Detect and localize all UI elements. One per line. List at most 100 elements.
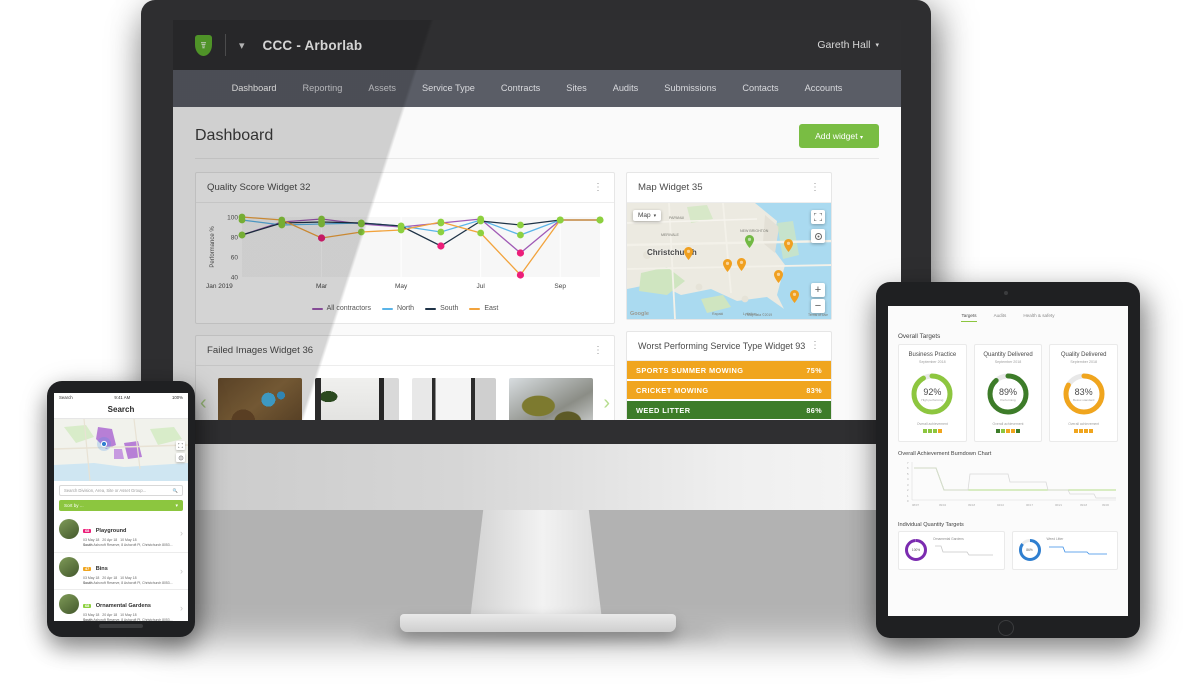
map-pin[interactable] bbox=[784, 238, 794, 252]
nav-item-dashboard[interactable]: Dashboard bbox=[219, 70, 290, 107]
tab-audits[interactable]: Audits bbox=[994, 313, 1007, 322]
list-item[interactable]: 47 Bins 03 May 18 20 Apr 18 10 May 18 So… bbox=[54, 553, 188, 591]
address-label: Ashcroft Reserve, 8 Ashcroft Pl, Christc… bbox=[93, 580, 173, 585]
more-options-icon[interactable]: ⋮ bbox=[593, 345, 603, 355]
nav-item-contracts[interactable]: Contracts bbox=[488, 70, 553, 107]
search-icon: 🔍 bbox=[172, 487, 178, 493]
main-navigation: Dashboard Reporting Assets Service Type … bbox=[173, 70, 901, 115]
user-menu[interactable]: Gareth Hall ▾ bbox=[817, 39, 879, 51]
map-zoom-in-button[interactable]: + bbox=[811, 283, 825, 297]
burndown-chart-title: Overall Achievement Burndown Chart bbox=[898, 450, 992, 457]
failed-image-thumb[interactable] bbox=[217, 378, 302, 420]
legend-label: All contractors bbox=[326, 305, 371, 312]
search-input[interactable]: Search Division, Area, Site or Asset Gro… bbox=[59, 485, 183, 496]
donut-gauge: 86% bbox=[1018, 538, 1042, 562]
card-footer-label: Overall achievement bbox=[916, 422, 948, 426]
chevron-right-icon[interactable]: › bbox=[603, 392, 610, 415]
svg-text:3: 3 bbox=[907, 483, 909, 487]
nav-item-submissions[interactable]: Submissions bbox=[651, 70, 729, 107]
svg-text:100: 100 bbox=[227, 215, 238, 222]
failed-image-thumb[interactable] bbox=[314, 378, 399, 420]
nav-item-service-type[interactable]: Service Type bbox=[409, 70, 488, 107]
list-item[interactable]: 68 Ornamental Gardens 03 May 18 20 Apr 1… bbox=[54, 590, 188, 621]
map-pin[interactable] bbox=[790, 290, 800, 303]
more-options-icon[interactable]: ⋮ bbox=[593, 182, 603, 192]
region-label: South bbox=[83, 618, 93, 621]
tab-targets[interactable]: Targets bbox=[961, 313, 977, 322]
widget-column-left: Quality Score Widget 32 ⋮ 40 60 80 100 Perfo… bbox=[195, 172, 615, 420]
nav-item-reporting[interactable]: Reporting bbox=[290, 70, 356, 107]
legend-item-east[interactable]: East bbox=[469, 305, 498, 312]
gauge-value: 100% bbox=[911, 548, 921, 552]
meta-updated: 10 May 18 bbox=[120, 613, 137, 618]
individual-card-label: Weed Litter bbox=[1046, 536, 1064, 541]
sort-by-dropdown[interactable]: Sort by ... ▾ bbox=[59, 500, 183, 511]
fullscreen-icon[interactable] bbox=[176, 441, 185, 450]
worst-performing-row[interactable]: CRICKET MOWING 83% bbox=[627, 381, 831, 401]
achievement-dots bbox=[1053, 429, 1114, 433]
nav-item-contacts[interactable]: Contacts bbox=[729, 70, 791, 107]
locate-icon[interactable] bbox=[176, 453, 185, 462]
worst-performing-row[interactable]: SPORTS SUMMER MOWING 75% bbox=[627, 361, 831, 381]
map-pin[interactable] bbox=[722, 258, 732, 272]
map-type-button[interactable]: Map ▾ bbox=[633, 210, 662, 221]
svg-text:Jul: Jul bbox=[477, 283, 486, 290]
add-widget-label: Add widget bbox=[815, 131, 858, 141]
legend-item-south[interactable]: South bbox=[425, 305, 458, 312]
carrier-label: Search bbox=[59, 395, 73, 400]
tablet-home-button[interactable] bbox=[998, 620, 1014, 636]
failed-image-thumb[interactable] bbox=[411, 378, 496, 420]
avatar bbox=[59, 519, 79, 539]
individual-card-ornamental-gardens[interactable]: 100% Ornamental Gardens bbox=[898, 530, 1005, 570]
target-card-quantity-delivered[interactable]: Quantity Delivered September 2018 89% Pe… bbox=[973, 344, 1043, 442]
chevron-down-icon[interactable]: ▾ bbox=[239, 39, 245, 52]
battery-label: 100% bbox=[171, 395, 183, 400]
locate-icon[interactable] bbox=[811, 229, 825, 243]
widget-grid: Quality Score Widget 32 ⋮ 40 60 80 100 Perfo… bbox=[195, 172, 879, 420]
legend-item-north[interactable]: North bbox=[381, 305, 414, 312]
screenshot-stage: ▾ CCC - Arborlab Gareth Hall ▾ Dashboard… bbox=[0, 0, 1199, 696]
monitor-stand-base bbox=[400, 614, 676, 632]
svg-text:08/07: 08/07 bbox=[912, 503, 919, 507]
map-pin[interactable] bbox=[745, 235, 755, 249]
map-zoom-out-button[interactable]: − bbox=[811, 299, 825, 313]
map-label-merivale: MERIVALE bbox=[661, 233, 679, 237]
nav-item-sites[interactable]: Sites bbox=[553, 70, 599, 107]
meta-due: 20 Apr 18 bbox=[102, 613, 118, 618]
map-type-label: Map bbox=[638, 212, 651, 219]
map-canvas[interactable]: Map ▾ + − Christchurch PAPANUI MERIVALE … bbox=[627, 203, 831, 319]
nav-item-accounts[interactable]: Accounts bbox=[792, 70, 856, 107]
phone-map[interactable] bbox=[54, 419, 188, 481]
fullscreen-icon[interactable] bbox=[811, 210, 825, 224]
target-card-quality-delivered[interactable]: Quality Delivered September 2018 83% Bel… bbox=[1049, 344, 1119, 442]
legend-item-all-contractors[interactable]: All contractors bbox=[311, 305, 371, 312]
address-label: Ashcroft Reserve, 8 Ashcroft Pl, Christc… bbox=[93, 618, 173, 621]
tab-health-safety[interactable]: Health & safety bbox=[1023, 313, 1054, 322]
nav-item-audits[interactable]: Audits bbox=[600, 70, 652, 107]
svg-text:6: 6 bbox=[907, 466, 909, 470]
service-type-value: 83% bbox=[806, 385, 822, 395]
card-footer-label: Overall achievement bbox=[992, 422, 1024, 426]
list-item[interactable]: 68 Playground 03 May 18 20 Apr 18 10 May… bbox=[54, 515, 188, 553]
zoom-out-label: − bbox=[814, 299, 822, 312]
map-pin[interactable] bbox=[737, 257, 747, 271]
add-widget-button[interactable]: Add widget ▾ bbox=[799, 124, 879, 148]
map-terms-link[interactable]: Terms of Use bbox=[808, 313, 828, 317]
individual-card-weed-litter[interactable]: 86% Weed Litter bbox=[1011, 530, 1118, 570]
legend-swatch bbox=[469, 307, 481, 310]
worst-performing-row[interactable]: WEED LITTER 86% bbox=[627, 401, 831, 420]
svg-text:2: 2 bbox=[907, 488, 909, 492]
target-card-business-practice[interactable]: Business Practice September 2018 92% Hig… bbox=[898, 344, 967, 442]
donut-gauge: 83% Below standard bbox=[1061, 371, 1107, 417]
map-pin[interactable] bbox=[684, 247, 694, 261]
nav-item-assets[interactable]: Assets bbox=[355, 70, 409, 107]
map-label-papanui: PAPANUI bbox=[669, 216, 685, 220]
more-options-icon[interactable]: ⋮ bbox=[810, 341, 820, 351]
list-item-title: Bins bbox=[95, 565, 108, 572]
more-options-icon[interactable]: ⋮ bbox=[810, 182, 820, 192]
svg-text:1: 1 bbox=[907, 494, 909, 498]
gauge-value: 86% bbox=[1026, 548, 1033, 552]
chevron-left-icon[interactable]: ‹ bbox=[200, 392, 207, 415]
failed-image-thumb[interactable] bbox=[508, 378, 593, 420]
map-pin[interactable] bbox=[773, 270, 783, 284]
